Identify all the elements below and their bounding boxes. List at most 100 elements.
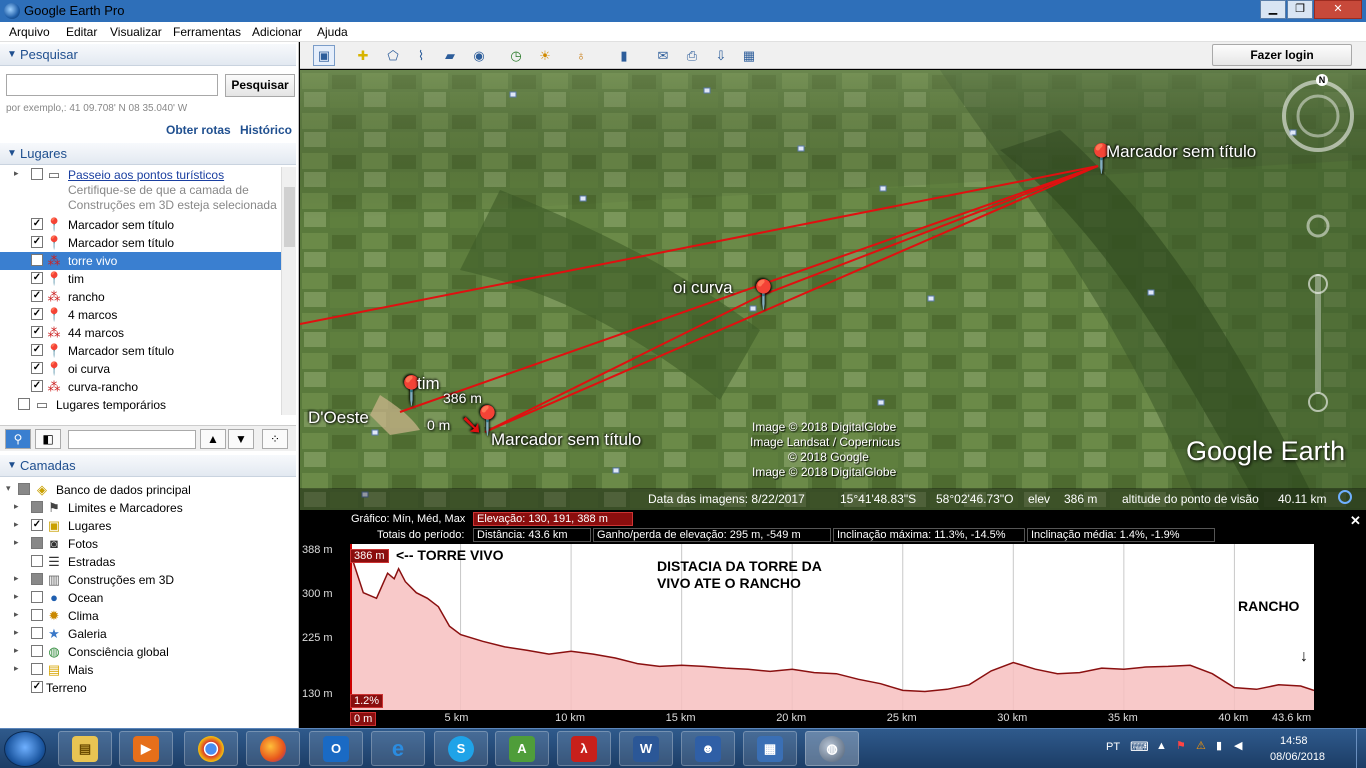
places-item-torre-vivo[interactable]: ✓ ⁂ torre vivo <box>0 252 282 270</box>
places-item-oi-curva[interactable]: ✓ 📍 oi curva <box>0 360 282 378</box>
places-item-tim[interactable]: ✓ 📍 tim <box>0 270 282 288</box>
checkbox[interactable]: ✓ <box>31 290 43 302</box>
add-path-icon[interactable]: ⌇ <box>410 45 432 66</box>
checkbox[interactable] <box>31 501 43 513</box>
expand-icon[interactable]: ▾ <box>6 483 11 494</box>
sidebar-toggle-icon[interactable]: ▣ <box>313 45 335 66</box>
checkbox[interactable]: ✓ <box>31 236 43 248</box>
compass-ring[interactable] <box>1282 80 1354 152</box>
zoom-out-icon[interactable] <box>1308 392 1328 412</box>
menu-ajuda[interactable]: Ajuda <box>317 25 348 39</box>
places-item-rancho[interactable]: ✓ ⁂ rancho <box>0 288 282 306</box>
internet-explorer-icon[interactable]: e <box>371 731 425 766</box>
checkbox[interactable]: ✓ <box>31 308 43 320</box>
checkbox[interactable]: ✓ <box>31 519 43 531</box>
layer-item[interactable]: ▾ ◈ Banco de dados principal <box>0 481 282 499</box>
search-section-header[interactable]: ▼ Pesquisar <box>0 44 296 66</box>
historical-imagery-icon[interactable]: ◷ <box>505 45 527 66</box>
move-down-icon[interactable]: ▼ <box>228 429 254 449</box>
checkbox[interactable]: ✓ <box>31 218 43 230</box>
network-icon[interactable]: ▮ <box>1216 739 1222 752</box>
language-indicator[interactable]: PT <box>1106 741 1120 753</box>
get-directions-link[interactable]: Obter rotas <box>166 123 231 137</box>
checkbox[interactable] <box>31 645 43 657</box>
move-up-icon[interactable]: ▲ <box>200 429 226 449</box>
placemark-label[interactable]: Marcador sem título <box>491 430 641 450</box>
email-icon[interactable]: ✉ <box>652 45 674 66</box>
places-item-placemark[interactable]: ✓ 📍 Marcador sem título <box>0 216 282 234</box>
layer-item[interactable]: ▸ ◍ Consciência global <box>0 643 282 661</box>
history-link[interactable]: Histórico <box>240 123 292 137</box>
search-button[interactable]: Pesquisar <box>225 74 295 97</box>
layer-item[interactable]: ▸ ⚑ Limites e Marcadores <box>0 499 282 517</box>
checkbox[interactable]: ✓ <box>31 344 43 356</box>
checkbox[interactable] <box>31 609 43 621</box>
view-maps-icon[interactable]: ▦ <box>738 45 760 66</box>
checkbox[interactable] <box>31 627 43 639</box>
clock-date[interactable]: 08/06/2018 <box>1270 751 1325 763</box>
layers-section-header[interactable]: ▼ Camadas <box>0 455 296 477</box>
planets-icon[interactable]: ♁ <box>570 45 592 66</box>
show-hidden-icons-icon[interactable]: ▲ <box>1156 740 1167 752</box>
layer-item[interactable]: ▸ ✹ Clima <box>0 607 282 625</box>
options-icon[interactable]: ⁘ <box>262 429 288 449</box>
checkbox[interactable]: ✓ <box>31 681 43 693</box>
layer-item[interactable]: ▸ ● Ocean <box>0 589 282 607</box>
layer-item[interactable]: ☰ Estradas <box>0 553 282 571</box>
search-input[interactable] <box>6 74 218 96</box>
navigation-controls[interactable] <box>1282 74 1364 424</box>
checkbox[interactable] <box>31 573 43 585</box>
expand-icon[interactable]: ▸ <box>14 573 19 584</box>
sunlight-icon[interactable]: ☀ <box>534 45 556 66</box>
maximize-button[interactable]: ❐ <box>1287 0 1313 19</box>
expand-icon[interactable]: ▸ <box>14 537 19 548</box>
clock-time[interactable]: 14:58 <box>1280 735 1308 747</box>
menu-adicionar[interactable]: Adicionar <box>252 25 302 39</box>
checkbox[interactable] <box>18 483 30 495</box>
checkbox[interactable] <box>31 663 43 675</box>
places-item-temporary[interactable]: ▭ Lugares temporários <box>0 396 282 414</box>
map-view[interactable]: 📍 Marcador sem título 📍 oi curva 📍 tim D… <box>300 70 1366 510</box>
placemark-pin-icon[interactable]: 📍 <box>746 278 781 311</box>
checkbox[interactable]: ✓ <box>31 380 43 392</box>
places-item-44-marcos[interactable]: ✓ ⁂ 44 marcos <box>0 324 282 342</box>
places-filter-input[interactable] <box>68 430 196 449</box>
places-item-4-marcos[interactable]: ✓ 📍 4 marcos <box>0 306 282 324</box>
close-profile-button[interactable]: ✕ <box>1350 513 1361 529</box>
add-polygon-icon[interactable]: ⬠ <box>382 45 404 66</box>
checkbox[interactable] <box>31 591 43 603</box>
record-tour-icon[interactable]: ◉ <box>468 45 490 66</box>
layer-item[interactable]: ▸ ✓ ▣ Lugares <box>0 517 282 535</box>
elevation-stats[interactable]: Elevação: 130, 191, 388 m <box>473 512 633 526</box>
places-scrollbar[interactable] <box>281 167 296 415</box>
expand-icon[interactable]: ▸ <box>14 168 19 179</box>
checkbox[interactable]: ✓ <box>31 254 43 266</box>
places-section-header[interactable]: ▼ Lugares <box>0 143 296 165</box>
close-button[interactable]: ✕ <box>1314 0 1362 19</box>
ruler-icon[interactable]: ▮ <box>613 45 635 66</box>
placemark-label[interactable]: tim <box>417 374 440 394</box>
layer-item[interactable]: ▸ ◙ Fotos <box>0 535 282 553</box>
media-player-icon[interactable]: ▶ <box>119 731 173 766</box>
add-placemark-icon[interactable]: ✚ <box>352 45 374 66</box>
acrobat-icon[interactable]: λ <box>557 731 611 766</box>
checkbox[interactable]: ✓ <box>31 362 43 374</box>
toggle-panel-icon[interactable]: ◧ <box>35 429 61 449</box>
volume-icon[interactable]: ◀ <box>1234 739 1242 752</box>
flag-tray-icon[interactable]: ⚑ <box>1176 739 1186 752</box>
firefox-icon[interactable] <box>246 731 300 766</box>
layer-item[interactable]: ▸ ▥ Construções em 3D <box>0 571 282 589</box>
print-icon[interactable]: ⎙ <box>681 45 703 66</box>
checkbox[interactable]: ✓ <box>31 326 43 338</box>
menu-editar[interactable]: Editar <box>66 25 97 39</box>
expand-icon[interactable]: ▸ <box>14 627 19 638</box>
add-overlay-icon[interactable]: ▰ <box>439 45 461 66</box>
places-item-placemark[interactable]: ✓ 📍 Marcador sem título <box>0 234 282 252</box>
pegman-icon[interactable] <box>1306 214 1330 238</box>
google-earth-taskbar-icon[interactable]: ◍ <box>805 731 859 766</box>
people-app-icon[interactable]: ☻ <box>681 731 735 766</box>
expand-icon[interactable]: ▸ <box>14 663 19 674</box>
menu-visualizar[interactable]: Visualizar <box>110 25 162 39</box>
checkbox[interactable] <box>31 555 43 567</box>
placemark-label[interactable]: Marcador sem título <box>1106 142 1256 162</box>
